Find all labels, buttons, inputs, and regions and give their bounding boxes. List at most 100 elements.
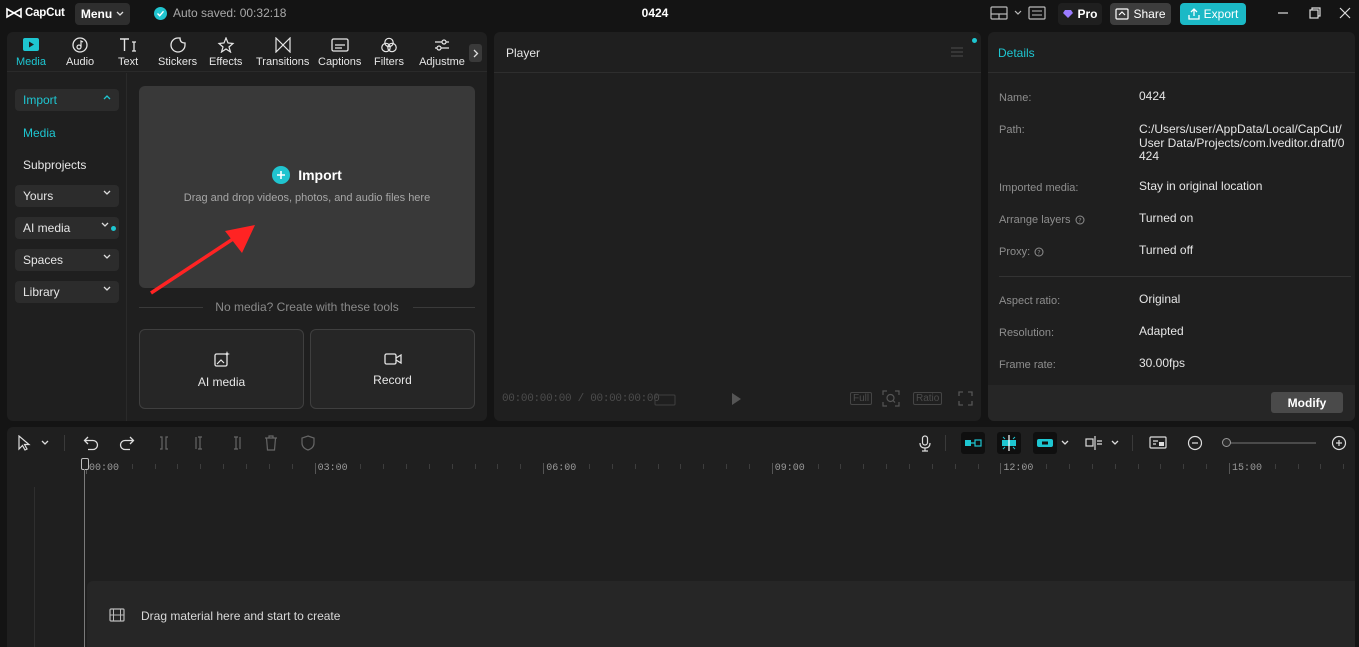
select-cursor-icon[interactable] bbox=[16, 435, 32, 451]
ruler-minor-tick bbox=[291, 464, 293, 469]
sidebar-item-subprojects[interactable]: Subprojects bbox=[23, 158, 86, 172]
record-tool-button[interactable]: Record bbox=[310, 329, 475, 409]
ai-media-tool-button[interactable]: AI media bbox=[139, 329, 304, 409]
project-title: 0424 bbox=[641, 6, 669, 20]
ratio-button[interactable]: Ratio bbox=[913, 392, 943, 405]
tab-stickers[interactable]: Stickers bbox=[158, 37, 197, 68]
timeline-ruler[interactable]: 00:00 03:00 06:00 09:00 12:00 15:00 bbox=[7, 459, 1355, 477]
info-icon[interactable]: ? bbox=[1034, 247, 1044, 257]
zoom-in-icon[interactable] bbox=[1331, 435, 1347, 451]
export-button[interactable]: Export bbox=[1180, 3, 1246, 25]
effects-icon bbox=[217, 37, 235, 53]
chevron-down-icon bbox=[116, 11, 124, 16]
linkage-button[interactable] bbox=[1033, 432, 1057, 454]
main-track-magnet-button[interactable] bbox=[961, 432, 985, 454]
zoom-out-icon[interactable] bbox=[1187, 435, 1203, 451]
shortcuts-icon[interactable] bbox=[1028, 6, 1046, 20]
ruler-minor-tick bbox=[1183, 464, 1185, 469]
sidebar-item-label: Yours bbox=[23, 189, 54, 203]
sidebar-item-library[interactable]: Library bbox=[15, 281, 119, 303]
player-panel: Player 00:00:00:00 / 00:00:00:00 Full Ra… bbox=[494, 32, 981, 421]
chevron-down-icon[interactable] bbox=[1061, 440, 1069, 446]
redo-icon[interactable] bbox=[119, 435, 135, 451]
sidebar-item-label: Spaces bbox=[23, 253, 64, 267]
auto-snap-button[interactable] bbox=[997, 432, 1021, 454]
sidebar-item-media[interactable]: Media bbox=[23, 126, 56, 140]
category-tabs: Media Audio Text Stickers Effects Transi… bbox=[7, 32, 487, 72]
tab-label: Stickers bbox=[158, 56, 198, 68]
tab-text[interactable]: Text bbox=[118, 37, 138, 68]
tab-adjustment[interactable]: Adjustme bbox=[419, 37, 465, 68]
info-icon[interactable]: ? bbox=[1075, 215, 1085, 225]
new-badge-dot bbox=[111, 226, 116, 231]
chevron-down-icon[interactable] bbox=[41, 440, 49, 446]
ruler-minor-tick bbox=[1046, 464, 1048, 469]
split-icon[interactable] bbox=[157, 435, 171, 451]
modify-button[interactable]: Modify bbox=[1271, 392, 1343, 413]
layout-chevron-icon[interactable] bbox=[1014, 10, 1022, 16]
ruler-minor-tick bbox=[634, 464, 636, 469]
ruler-minor-tick bbox=[223, 464, 225, 469]
preview-axis-icon[interactable] bbox=[1085, 435, 1105, 451]
waveform-icon[interactable] bbox=[654, 394, 676, 406]
maximize-icon[interactable] bbox=[1308, 6, 1322, 20]
ruler-minor-tick bbox=[268, 464, 270, 469]
timeline-preview-icon[interactable] bbox=[1149, 435, 1167, 451]
minimize-icon[interactable] bbox=[1276, 6, 1290, 20]
import-button[interactable]: Import bbox=[139, 166, 475, 184]
delete-icon[interactable] bbox=[264, 435, 278, 451]
playhead-line bbox=[84, 469, 85, 647]
share-button[interactable]: Share bbox=[1110, 3, 1171, 25]
tab-effects[interactable]: Effects bbox=[209, 37, 242, 68]
share-icon bbox=[1115, 8, 1130, 20]
sidebar-item-import[interactable]: Import bbox=[15, 89, 119, 111]
svg-text:?: ? bbox=[1078, 217, 1081, 225]
tab-audio[interactable]: Audio bbox=[66, 37, 94, 68]
zoom-slider-handle[interactable] bbox=[1222, 438, 1231, 447]
playhead-handle[interactable] bbox=[81, 458, 89, 470]
capcut-logo-icon bbox=[6, 7, 22, 19]
tab-filters[interactable]: Filters bbox=[374, 37, 404, 68]
chevron-down-icon[interactable] bbox=[1111, 440, 1119, 446]
shield-icon[interactable] bbox=[301, 435, 315, 451]
tabs-scroll-right-button[interactable] bbox=[469, 44, 482, 62]
sidebar-item-spaces[interactable]: Spaces bbox=[15, 249, 119, 271]
zoom-fit-icon[interactable] bbox=[882, 390, 900, 407]
ruler-minor-tick bbox=[451, 464, 453, 469]
ai-media-icon bbox=[213, 350, 230, 367]
plus-icon bbox=[272, 166, 291, 184]
sidebar-item-ai-media[interactable]: AI media bbox=[15, 217, 119, 239]
ruler-minor-tick bbox=[726, 464, 728, 469]
sidebar-item-yours[interactable]: Yours bbox=[15, 185, 119, 207]
ruler-minor-tick bbox=[246, 464, 248, 469]
autosave-text: Auto saved: 00:32:18 bbox=[173, 6, 287, 20]
main-track-drop-zone[interactable]: Drag material here and start to create bbox=[87, 581, 1355, 647]
sidebar-item-label: Library bbox=[23, 285, 60, 299]
player-menu-icon[interactable] bbox=[950, 46, 964, 58]
close-icon[interactable] bbox=[1338, 6, 1352, 20]
tab-media[interactable]: Media bbox=[16, 37, 46, 68]
export-label: Export bbox=[1203, 7, 1239, 21]
ruler-minor-tick bbox=[1114, 464, 1116, 469]
snap-icon bbox=[1002, 435, 1016, 451]
timeline-toolbar bbox=[7, 427, 1355, 459]
detail-value-imported-media: Stay in original location bbox=[1139, 179, 1263, 193]
split-left-icon[interactable] bbox=[193, 435, 207, 451]
chevron-up-icon bbox=[103, 95, 111, 100]
layout-icon[interactable] bbox=[990, 6, 1008, 20]
zoom-slider-track[interactable] bbox=[1224, 442, 1316, 444]
microphone-icon[interactable] bbox=[919, 435, 931, 452]
fullscreen-icon[interactable] bbox=[958, 391, 973, 406]
tab-transitions[interactable]: Transitions bbox=[256, 37, 309, 68]
fullscreen-quality-button[interactable]: Full bbox=[850, 392, 873, 405]
tab-captions[interactable]: Captions bbox=[318, 37, 361, 68]
media-panel: Media Audio Text Stickers Effects Transi… bbox=[7, 32, 487, 421]
split-right-icon[interactable] bbox=[229, 435, 243, 451]
pro-button[interactable]: Pro bbox=[1058, 3, 1102, 25]
logo-text: CapCut bbox=[25, 7, 65, 19]
menu-button[interactable]: Menu bbox=[75, 3, 130, 25]
check-icon bbox=[154, 6, 167, 20]
chevron-right-icon bbox=[473, 49, 478, 57]
play-icon[interactable] bbox=[730, 392, 742, 406]
undo-icon[interactable] bbox=[83, 435, 99, 451]
